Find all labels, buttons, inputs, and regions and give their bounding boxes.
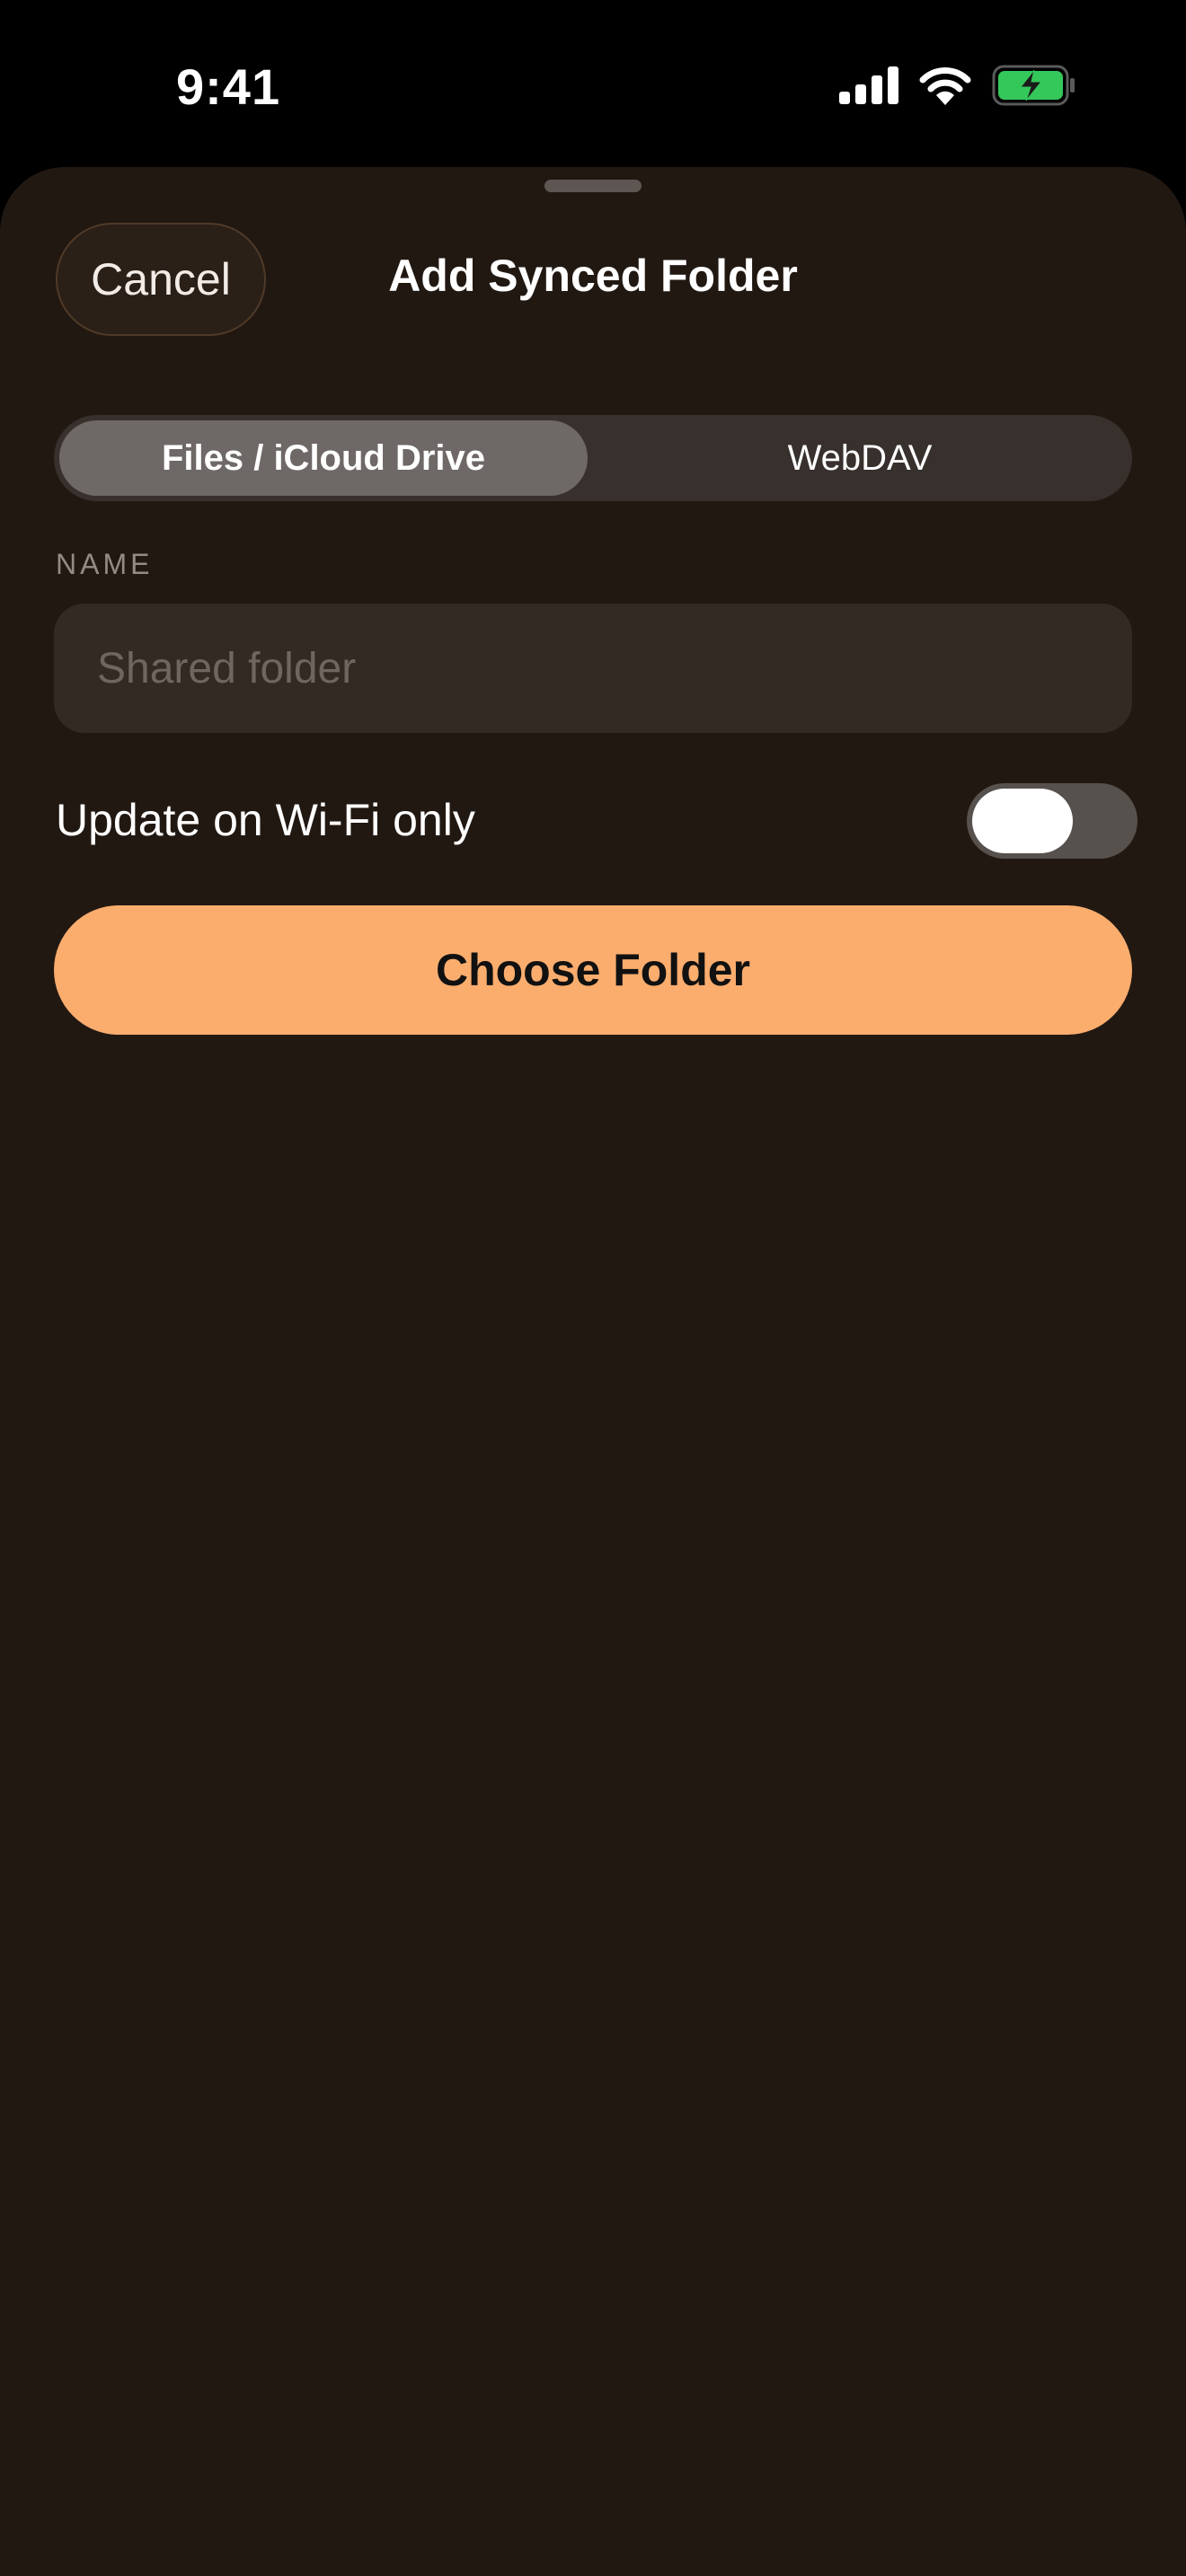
choose-folder-button[interactable]: Choose Folder: [54, 905, 1132, 1035]
screen: 9:41 Cancel Add Synced Folder Files / iC…: [0, 0, 1186, 2576]
source-segmented-control: Files / iCloud Drive WebDAV: [54, 415, 1132, 501]
wifi-only-label: Update on Wi-Fi only: [56, 795, 475, 845]
segment-webdav[interactable]: WebDAV: [593, 420, 1127, 496]
battery-charging-icon: [992, 65, 1076, 106]
name-input[interactable]: [54, 604, 1132, 733]
wifi-only-toggle[interactable]: [967, 783, 1137, 859]
name-section-label: NAME: [56, 548, 154, 580]
toggle-knob: [972, 789, 1073, 853]
status-time: 9:41: [176, 58, 281, 115]
sheet-title: Add Synced Folder: [388, 251, 798, 301]
sheet-grabber[interactable]: [544, 180, 642, 192]
segment-files-icloud-drive[interactable]: Files / iCloud Drive: [59, 420, 588, 496]
status-bar: 9:41: [0, 0, 1186, 171]
status-icons: [839, 63, 1076, 108]
cellular-signal-icon: [839, 66, 898, 104]
wifi-only-row: Update on Wi-Fi only: [54, 783, 1137, 859]
add-synced-folder-sheet: Cancel Add Synced Folder Files / iCloud …: [0, 167, 1186, 2576]
cancel-button[interactable]: Cancel: [56, 223, 266, 336]
wifi-icon: [918, 66, 972, 105]
